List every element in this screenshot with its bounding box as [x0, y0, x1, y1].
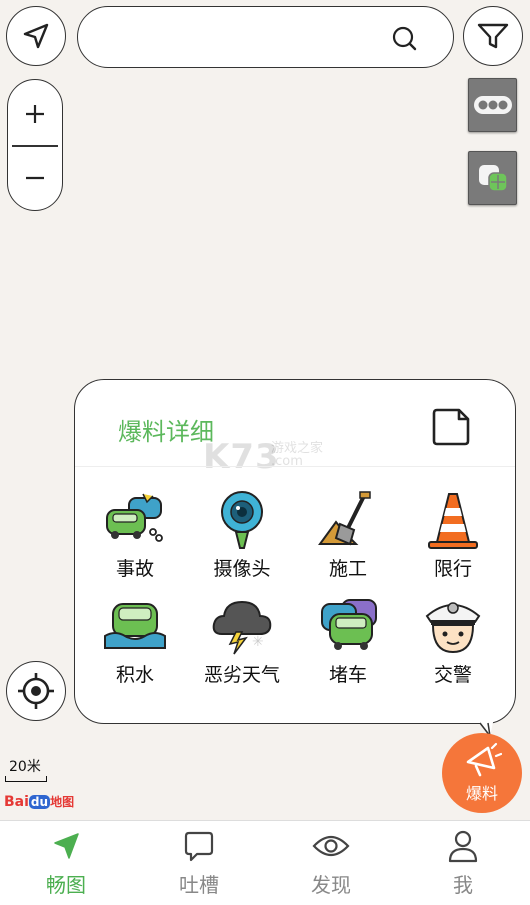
- camera-icon: [221, 491, 263, 549]
- navigation-button[interactable]: [6, 6, 66, 66]
- tab-me[interactable]: 我: [397, 821, 529, 905]
- tab-discover[interactable]: 发现: [265, 821, 397, 905]
- popup-divider: [75, 466, 515, 467]
- map-layers-icon: [478, 165, 508, 192]
- car-flood-icon: [104, 603, 166, 649]
- scale-label: 20米: [9, 759, 41, 775]
- fab-label: 爆料: [465, 784, 498, 803]
- report-item-construction[interactable]: 施工: [293, 488, 403, 588]
- search-icon[interactable]: [391, 25, 419, 57]
- note-icon: [432, 408, 470, 446]
- search-bar[interactable]: [77, 6, 454, 68]
- tab-label: 畅图: [46, 873, 86, 897]
- tab-label: 我: [453, 873, 473, 897]
- filter-icon: [477, 23, 509, 49]
- search-input[interactable]: [102, 21, 382, 53]
- traffic-layer-button[interactable]: [468, 78, 517, 132]
- report-item-label: 堵车: [328, 664, 367, 686]
- minus-icon: [25, 176, 44, 180]
- filter-button[interactable]: [463, 6, 523, 66]
- user-icon: [448, 830, 478, 863]
- zoom-in-button[interactable]: [8, 82, 61, 146]
- tab-complain[interactable]: 吐槽: [133, 821, 265, 905]
- report-item-label: 恶劣天气: [203, 664, 280, 686]
- tab-label: 发现: [311, 873, 351, 897]
- construction-shovel-icon: [318, 491, 371, 546]
- report-item-label: 限行: [433, 558, 472, 580]
- watermark: K73 游戏之家 .com: [203, 437, 324, 477]
- report-item-camera[interactable]: 摄像头: [187, 488, 297, 588]
- zoom-out-button[interactable]: [8, 146, 61, 210]
- plus-icon: [25, 105, 44, 123]
- navigation-arrow-icon: [23, 23, 49, 49]
- report-item-restriction[interactable]: 限行: [398, 488, 508, 588]
- navigation-arrow-icon: [54, 833, 79, 859]
- tab-label: 吐槽: [179, 873, 219, 897]
- tab-map[interactable]: 畅图: [0, 821, 132, 905]
- traffic-police-icon: [425, 602, 481, 654]
- scale-bar: [5, 776, 47, 782]
- traffic-jam-icon: [321, 599, 377, 650]
- report-item-accident[interactable]: 事故: [80, 488, 190, 588]
- zoom-control: [7, 79, 63, 211]
- storm-cloud-icon: ✳: [212, 600, 272, 655]
- chat-bubble-icon: [184, 831, 214, 862]
- report-fab-button[interactable]: 爆料: [442, 733, 522, 813]
- report-item-label: 施工: [328, 558, 367, 580]
- report-item-label: 交警: [433, 664, 472, 686]
- report-item-traffic-police[interactable]: 交警: [398, 594, 508, 694]
- baidu-map-logo: Bai du 地图: [4, 794, 75, 810]
- report-item-traffic-jam[interactable]: 堵车: [293, 594, 403, 694]
- report-item-label: 摄像头: [213, 558, 271, 580]
- crosshair-icon: [18, 673, 54, 709]
- layer-toggle-button[interactable]: [468, 151, 517, 205]
- report-item-label: 积水: [115, 664, 154, 686]
- report-detail-popup: 爆料详细 K73 游戏之家 .com 事故 摄像头 施工 限行 积水 ✳ 恶劣天…: [74, 379, 516, 724]
- megaphone-icon: [466, 742, 502, 777]
- report-item-label: 事故: [115, 558, 154, 580]
- locate-me-button[interactable]: [6, 661, 66, 721]
- car-accident-icon: [106, 493, 163, 542]
- report-item-flooding[interactable]: 积水: [80, 594, 190, 694]
- map-scale: 20米: [5, 756, 47, 782]
- report-item-bad-weather[interactable]: ✳ 恶劣天气: [187, 594, 297, 694]
- traffic-light-icon: [473, 96, 512, 114]
- popup-title: 爆料详细: [118, 418, 214, 446]
- svg-text:✳: ✳: [252, 634, 264, 650]
- note-button[interactable]: [431, 407, 471, 451]
- eye-icon: [312, 835, 350, 857]
- traffic-cone-icon: [428, 493, 478, 549]
- bottom-tab-bar: 畅图 吐槽 发现 我: [0, 820, 530, 905]
